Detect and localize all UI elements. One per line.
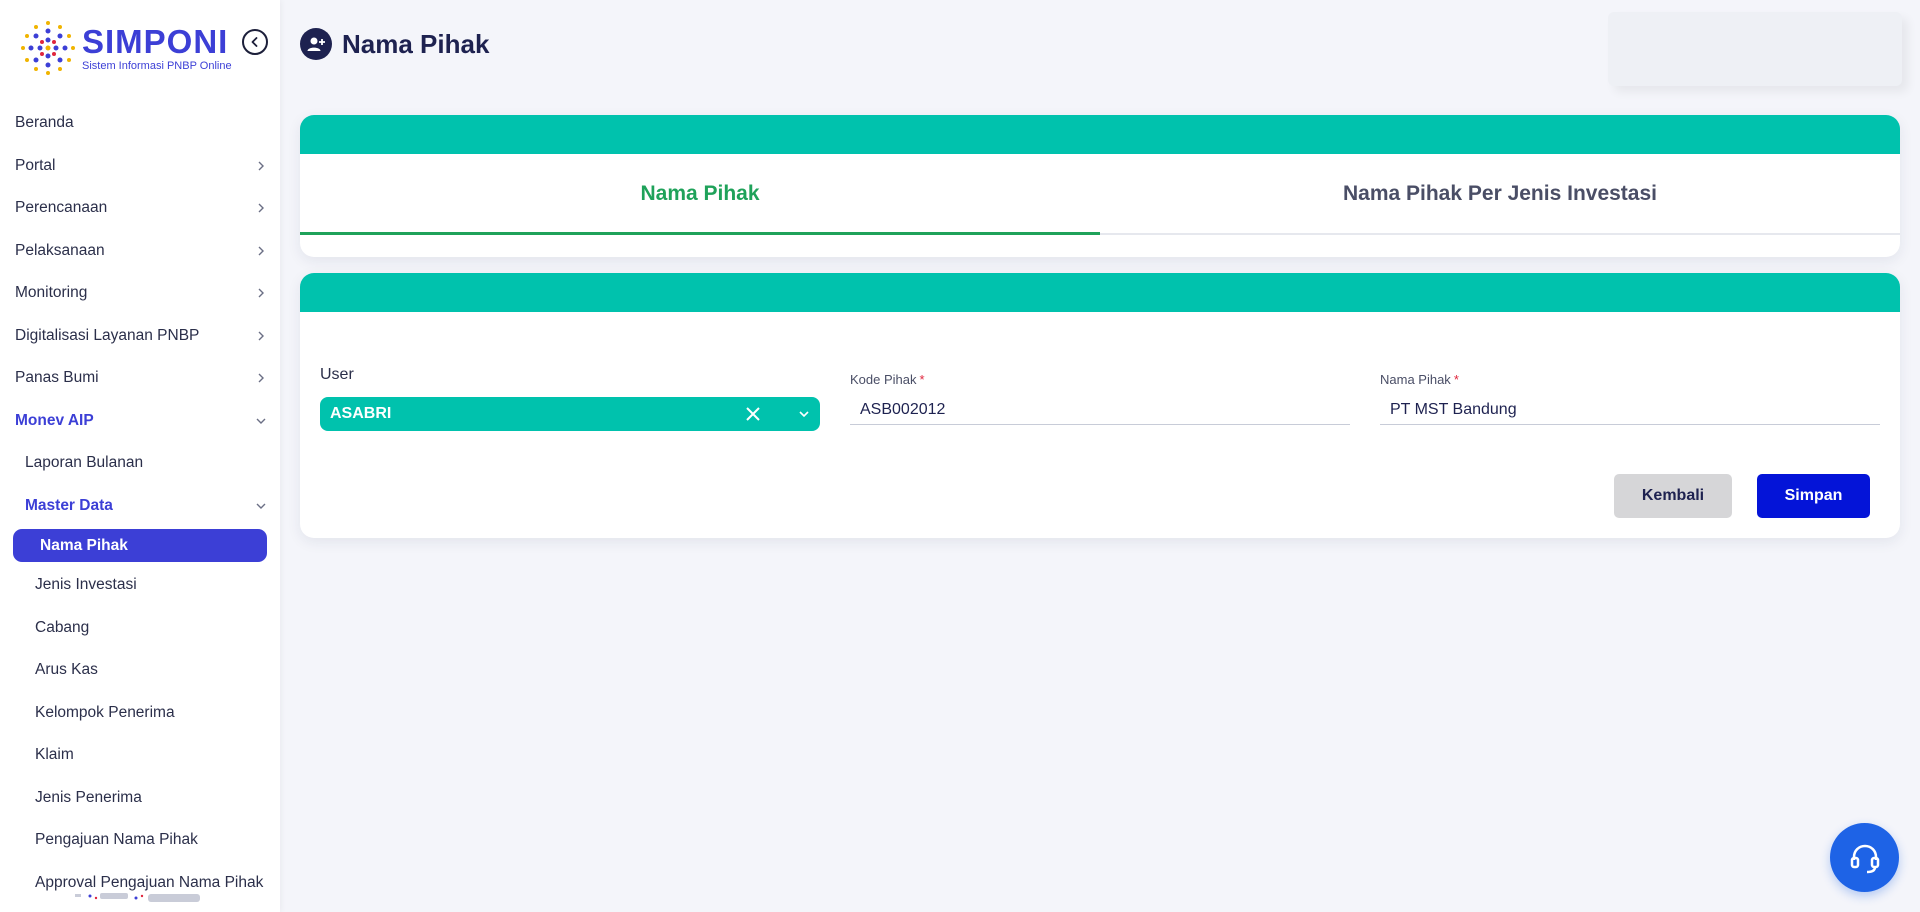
chevron-right-icon — [258, 373, 264, 383]
chevron-right-icon — [258, 203, 264, 213]
nama-pihak-label-text: Nama Pihak — [1380, 372, 1451, 387]
sidebar-item-label: Pelaksanaan — [15, 241, 105, 259]
brand-logo[interactable]: SIMPONI Sistem Informasi PNBP Online — [18, 18, 232, 78]
tabs-card: Nama Pihak Nama Pihak Per Jenis Investas… — [300, 115, 1900, 257]
sidebar-item-label: Monitoring — [15, 284, 88, 302]
chevron-left-icon — [251, 37, 258, 47]
sidebar-item-digitalisasi[interactable]: Digitalisasi Layanan PNBP — [0, 315, 280, 358]
sidebar-item-label: Master Data — [25, 496, 113, 514]
sidebar: SIMPONI Sistem Informasi PNBP Online Ber… — [0, 0, 280, 912]
sidebar-item-label: Laporan Bulanan — [25, 454, 144, 472]
chevron-down-icon — [256, 503, 266, 509]
form-card: User ASABRI Kode Pihak* Nama Pihak* Kemb… — [300, 273, 1900, 538]
sidebar-item-jenis-investasi[interactable]: Jenis Investasi — [0, 564, 280, 607]
sidebar-item-perencanaan[interactable]: Perencanaan — [0, 187, 280, 230]
kode-pihak-input[interactable] — [850, 395, 1350, 425]
sidebar-item-monev-aip[interactable]: Monev AIP — [0, 400, 280, 443]
sidebar-item-kelompok-penerima[interactable]: Kelompok Penerima — [0, 692, 280, 735]
sidebar-item-label: Pengajuan Nama Pihak — [35, 831, 198, 849]
chevron-right-icon — [258, 331, 264, 341]
required-mark: * — [1453, 372, 1459, 387]
collapse-sidebar-button[interactable] — [242, 29, 268, 55]
sidebar-item-label: Panas Bumi — [15, 369, 99, 387]
headset-icon — [1850, 844, 1879, 873]
nama-pihak-label: Nama Pihak * — [1380, 372, 1459, 387]
chevron-down-icon — [256, 418, 266, 424]
tab-bar: Nama Pihak Nama Pihak Per Jenis Investas… — [300, 154, 1900, 235]
simponi-logo-icon — [21, 21, 75, 75]
sidebar-item-label: Arus Kas — [35, 661, 98, 679]
back-button[interactable]: Kembali — [1614, 474, 1732, 518]
sidebar-item-label: Perencanaan — [15, 199, 108, 217]
user-plus-icon — [300, 28, 332, 60]
chevron-right-icon — [258, 161, 264, 171]
help-button[interactable] — [1830, 823, 1899, 892]
sidebar-item-label: Portal — [15, 156, 56, 174]
sidebar-item-label: Monev AIP — [15, 411, 94, 429]
user-profile-area[interactable] — [1608, 12, 1902, 86]
chevron-right-icon — [258, 288, 264, 298]
user-label: User — [320, 366, 354, 383]
tab-nama-pihak[interactable]: Nama Pihak — [300, 154, 1100, 235]
sidebar-item-label: Digitalisasi Layanan PNBP — [15, 326, 200, 344]
sidebar-item-arus-kas[interactable]: Arus Kas — [0, 649, 280, 692]
nama-pihak-input[interactable] — [1380, 395, 1880, 425]
kode-pihak-label: Kode Pihak * — [850, 372, 925, 387]
save-button[interactable]: Simpan — [1757, 474, 1870, 518]
sidebar-item-monitoring[interactable]: Monitoring — [0, 272, 280, 315]
close-icon[interactable] — [744, 405, 762, 423]
sidebar-item-cabang[interactable]: Cabang — [0, 607, 280, 650]
sidebar-item-jenis-penerima[interactable]: Jenis Penerima — [0, 777, 280, 820]
kode-pihak-label-text: Kode Pihak — [850, 372, 917, 387]
sidebar-item-pelaksanaan[interactable]: Pelaksanaan — [0, 230, 280, 273]
card-header-bar — [300, 273, 1900, 312]
sidebar-item-beranda[interactable]: Beranda — [0, 102, 280, 145]
brand-tagline: Sistem Informasi PNBP Online — [82, 59, 232, 72]
user-select-value: ASABRI — [330, 405, 392, 422]
sidebar-item-label: Jenis Investasi — [35, 576, 137, 594]
sidebar-item-master-data[interactable]: Master Data — [0, 485, 280, 528]
sidebar-item-label: Cabang — [35, 618, 90, 636]
sidebar-item-label: Jenis Penerima — [35, 788, 142, 806]
chevron-down-icon[interactable] — [798, 408, 810, 420]
page-title: Nama Pihak — [342, 28, 490, 59]
sidebar-item-nama-pihak[interactable]: Nama Pihak — [13, 529, 267, 562]
sidebar-item-panas-bumi[interactable]: Panas Bumi — [0, 357, 280, 400]
required-mark: * — [919, 372, 925, 387]
card-header-bar — [300, 115, 1900, 154]
tab-nama-pihak-per-jenis-investasi[interactable]: Nama Pihak Per Jenis Investasi — [1100, 154, 1900, 233]
sidebar-footer-decoration — [75, 893, 200, 902]
page-header: Nama Pihak — [300, 28, 489, 60]
sidebar-item-portal[interactable]: Portal — [0, 145, 280, 188]
sidebar-item-pengajuan-nama-pihak[interactable]: Pengajuan Nama Pihak — [0, 819, 280, 862]
brand-name: SIMPONI — [82, 22, 229, 60]
chevron-right-icon — [258, 246, 264, 256]
sidebar-item-label: Klaim — [35, 746, 74, 764]
sidebar-item-label: Kelompok Penerima — [35, 703, 175, 721]
sidebar-menu: Beranda Portal Perencanaan Pelaksanaan M… — [0, 102, 280, 904]
sidebar-item-klaim[interactable]: Klaim — [0, 734, 280, 777]
sidebar-item-laporan-bulanan[interactable]: Laporan Bulanan — [0, 442, 280, 485]
user-select[interactable]: ASABRI — [320, 397, 820, 431]
sidebar-item-label: Nama Pihak — [40, 536, 128, 554]
sidebar-item-label: Beranda — [15, 114, 74, 132]
